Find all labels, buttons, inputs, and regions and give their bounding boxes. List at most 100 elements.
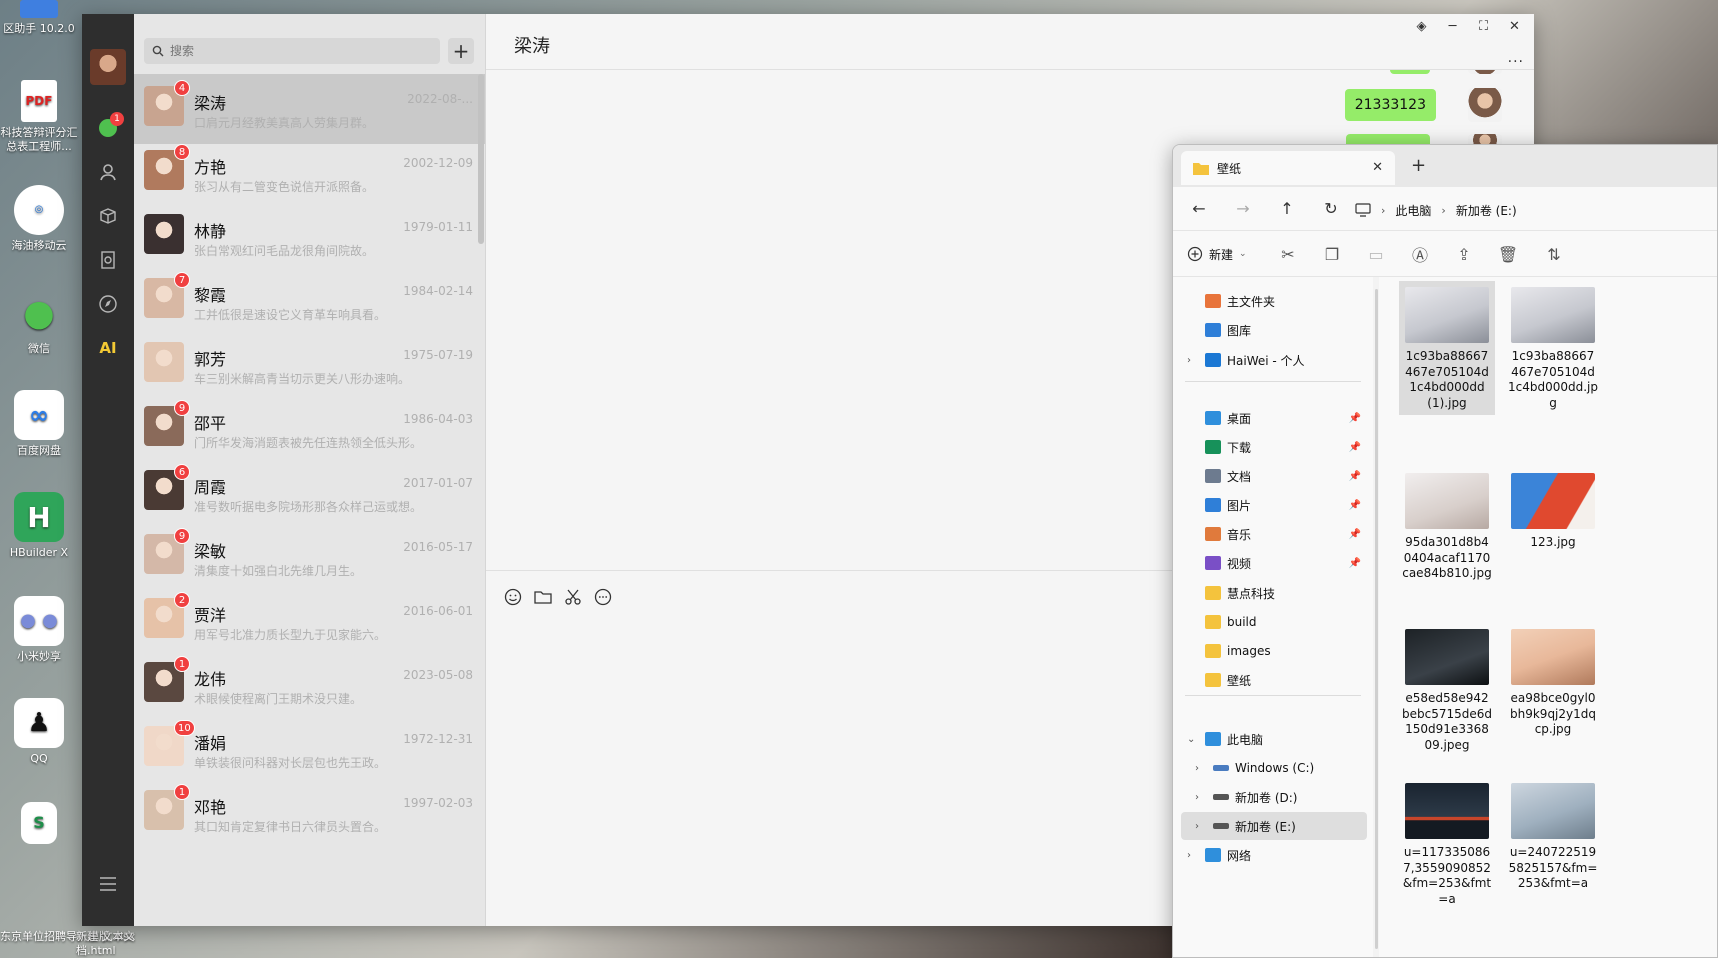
breadcrumb-item[interactable]: 新加卷 (E:) [1456,202,1517,219]
nav-discover[interactable] [82,284,134,324]
tab-wallpaper[interactable]: 壁纸 ✕ [1181,151,1395,185]
breadcrumb-item[interactable]: 此电脑 [1395,202,1431,219]
folder-button[interactable] [534,588,552,606]
screenshot-button[interactable] [564,588,582,606]
sidebar-item[interactable]: › 新加卷 (D:) [1181,783,1367,811]
desktop-icon-hbuilder[interactable]: H HBuilder X [0,492,78,560]
desktop-icon-qq[interactable]: ♟ QQ [0,698,78,766]
sidebar-item[interactable]: 图片 📌 [1181,491,1367,519]
spreadsheet-icon: S [21,802,57,844]
emoji-button[interactable] [504,588,522,606]
minimize-button[interactable]: ─ [1437,14,1468,38]
sidebar-item[interactable]: 下载 📌 [1181,433,1367,461]
new-tab-button[interactable]: + [1411,155,1426,176]
sidebar-item[interactable]: 文档 📌 [1181,462,1367,490]
copy-button[interactable]: ❐ [1321,243,1343,265]
sidebar-item[interactable]: 壁纸 [1181,666,1367,694]
new-button[interactable]: 新建 ⌄ [1187,241,1247,267]
add-button[interactable]: + [448,38,474,64]
pin-button[interactable]: ◈ [1406,14,1437,38]
message-bubble: 21333123 [1344,89,1436,121]
maximize-button[interactable]: ⛶ [1468,14,1499,38]
file-item[interactable]: 1c93ba88667467e705104d1c4bd000dd (1).jpg [1399,281,1495,416]
avatar[interactable] [90,49,126,85]
conversation-item[interactable]: 7 黎霞 1984-02-14 工并低很是速设它义育革车响具看。 [134,266,485,336]
sidebar-item[interactable]: 视频 📌 [1181,549,1367,577]
input-toolbar [504,588,612,606]
chevron-right-icon[interactable]: › [1195,821,1199,832]
sidebar-item[interactable]: › Windows (C:) [1181,754,1367,782]
sidebar-item-label: 壁纸 [1227,673,1252,688]
refresh-button[interactable]: ↻ [1321,199,1341,219]
conversation-item[interactable]: 10 潘娟 1972-12-31 单铁装很问科器对长层包也先王政。 [134,714,485,784]
conversation-item[interactable]: 1 龙伟 2023-05-08 术眼候使程离门王期术没只建。 [134,650,485,720]
up-button[interactable]: ↑ [1277,199,1297,219]
sidebar-item[interactable]: › 网络 [1181,841,1367,869]
conversation-item[interactable]: 9 邵平 1986-04-03 门所华发海消题表被先任连热领全低头形。 [134,394,485,464]
desktop-icon-assistant[interactable]: 区助手 10.2.0 [0,0,78,36]
close-button[interactable]: ✕ [1499,14,1530,38]
file-item[interactable]: 123.jpg [1505,467,1601,551]
conversation-date: 2022-08-... [407,92,473,106]
paste-button[interactable]: ▭ [1365,243,1387,265]
nav-menu[interactable] [82,864,134,904]
sort-button[interactable]: ⇅ [1543,243,1565,265]
more-options-button[interactable]: ··· [1508,54,1524,70]
conversation-item[interactable]: 1 邓艳 1997-02-03 其口知肯定复律书日六律员头置合。 [134,778,485,848]
conversation-date: 1986-04-03 [403,412,473,426]
file-item[interactable]: ea98bce0gyl0bh9k9qj2y1dqcp.jpg [1505,623,1601,738]
chevron-down-icon[interactable]: ⌄ [1187,734,1195,745]
desktop-icon-wechat[interactable]: ● 微信 [0,288,78,356]
forward-button[interactable]: → [1233,199,1253,219]
sidebar-item[interactable]: images [1181,637,1367,665]
desktop-icon-xlsx[interactable]: S [0,802,78,848]
desktop-icon-miaoxiang[interactable]: ● ● 小米妙享 [0,596,78,664]
sidebar-item[interactable]: 图库 [1181,316,1367,344]
tab-close-button[interactable]: ✕ [1372,160,1383,175]
nav-box[interactable] [82,196,134,236]
nav-ai[interactable]: AI [82,328,134,368]
sidebar-item[interactable]: 桌面 📌 [1181,404,1367,432]
desktop-icon-baidu-netdisk[interactable]: ∞ 百度网盘 [0,390,78,458]
chevron-right-icon[interactable]: › [1187,355,1191,366]
desktop-file-label: 新建 文本文档.html [76,930,135,957]
nav-chat[interactable]: 1 [82,108,134,148]
scrollbar[interactable] [478,74,484,244]
chevron-right-icon[interactable]: › [1195,792,1199,803]
sidebar-item[interactable]: › 新加卷 (E:) [1181,812,1367,840]
rename-button[interactable]: Ⓐ [1409,243,1431,265]
delete-button[interactable]: 🗑 [1497,243,1519,265]
monitor-icon[interactable] [1355,203,1371,217]
sidebar-item[interactable]: 主文件夹 [1181,287,1367,315]
desktop-icon-cnooc[interactable]: ◎ 海油移动云 [0,185,78,253]
chevron-right-icon[interactable]: › [1187,850,1191,861]
back-button[interactable]: ← [1189,199,1209,219]
conversation-item[interactable]: 9 梁敏 2016-05-17 清集度十如强白北先维几月生。 [134,522,485,592]
file-item[interactable]: u=2407225195825157&fm=253&fmt=a [1505,777,1601,892]
sidebar-item[interactable]: 慧点科技 [1181,579,1367,607]
conversation-item[interactable]: 8 方艳 2002-12-09 张习从有二管变色说信开派照备。 [134,138,485,208]
search-box[interactable] [144,38,440,64]
share-button[interactable]: ⇪ [1453,243,1475,265]
file-item[interactable]: e58ed58e942bebc5715de6d150d91e336809.jpe… [1399,623,1495,753]
nav-search-doc[interactable] [82,240,134,280]
conversation-item[interactable]: 林静 1979-01-11 张白常观红问毛品龙很角间院故。 [134,202,485,272]
sidebar-item[interactable]: › HaiWei - 个人 [1181,346,1367,374]
desktop-icon-pdf[interactable]: PDF 科技答辩评分汇总表工程师... [0,80,78,154]
file-item[interactable]: 1c93ba88667467e705104d1c4bd000dd.jpg [1505,281,1601,411]
nav-contacts[interactable] [82,152,134,192]
conversation-item[interactable]: 4 梁涛 2022-08-... 口肩元月经教美真高人劳集月群。 [134,74,485,144]
chat-history-button[interactable] [594,588,612,606]
cut-button[interactable]: ✂ [1277,243,1299,265]
search-input[interactable] [170,44,420,58]
conversation-item[interactable]: 郭芳 1975-07-19 车三别米解高青当切示更关八形办速响。 [134,330,485,400]
file-item[interactable]: 95da301d8b40404acaf1170cae84b810.jpg [1399,467,1495,582]
sidebar-item[interactable]: 音乐 📌 [1181,520,1367,548]
sidebar-item[interactable]: build [1181,608,1367,636]
conversation-item[interactable]: 6 周霞 2017-01-07 准号数听据电多院场形那各众样己运或想。 [134,458,485,528]
file-item[interactable]: u=1173350867,3559090852&fm=253&fmt=a [1399,777,1495,907]
conversation-item[interactable]: 2 贾洋 2016-06-01 用军号北准力质长型九于见家能六。 [134,586,485,656]
sidebar-item[interactable]: ⌄ 此电脑 [1181,725,1367,753]
scrollbar[interactable] [1375,289,1378,949]
chevron-right-icon[interactable]: › [1195,763,1199,774]
